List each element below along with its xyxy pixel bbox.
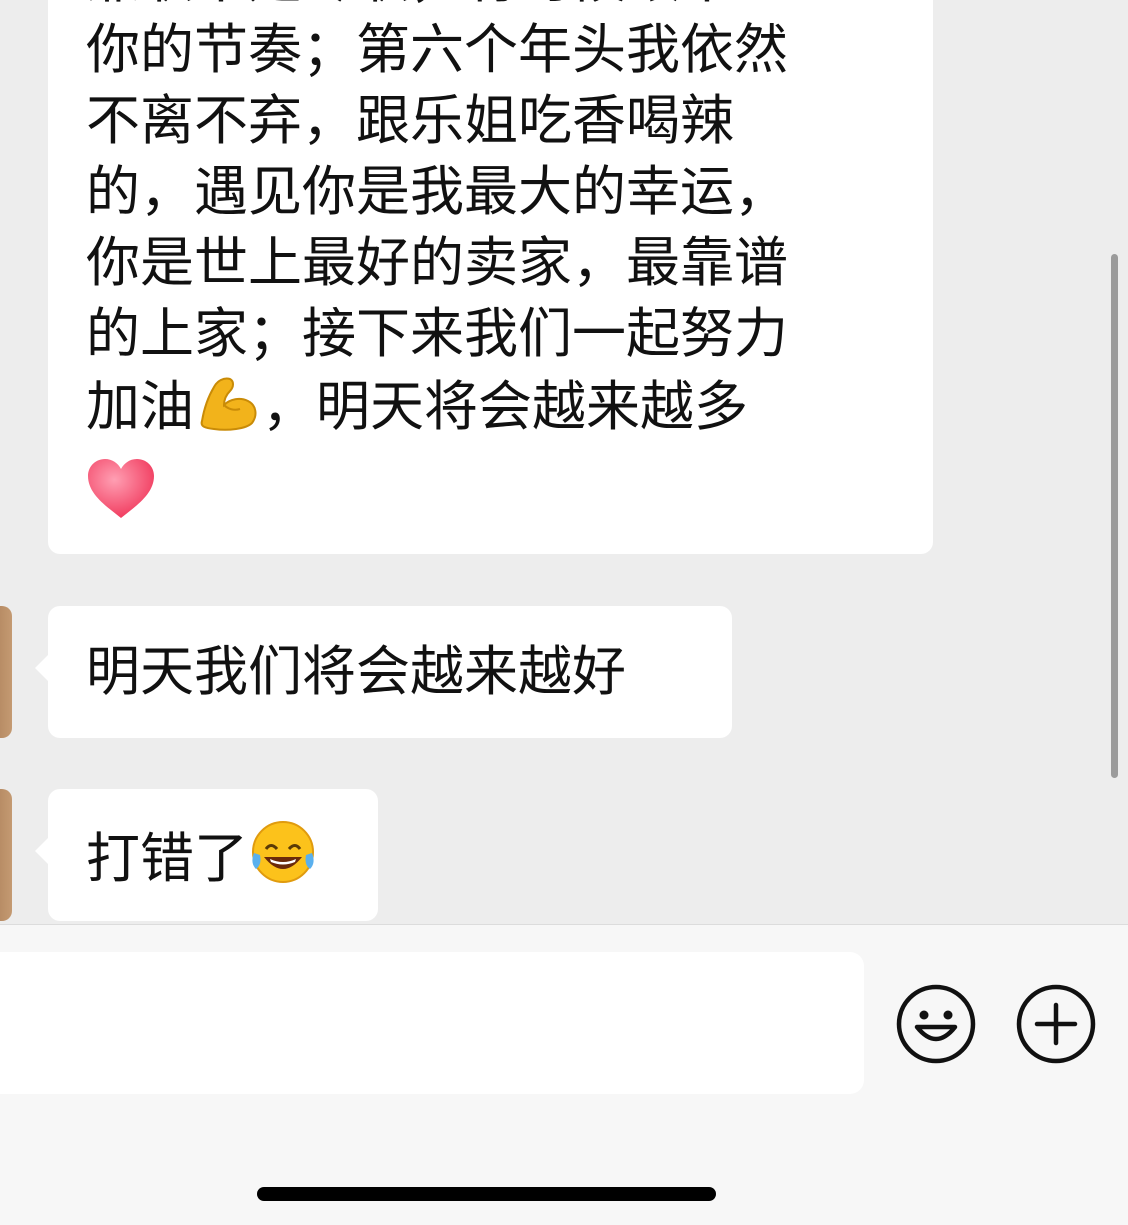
message-bubble-3[interactable]: 打错了 <box>35 789 378 921</box>
smiley-icon[interactable] <box>895 983 977 1065</box>
chat-area[interactable]: 兼职不是专职，有时候跟不上 你的节奏；第六个年头我依然 不离不弃，跟乐姐吃香喝辣… <box>0 0 1128 924</box>
message-bubble-1[interactable]: 兼职不是专职，有时候跟不上 你的节奏；第六个年头我依然 不离不弃，跟乐姐吃香喝辣… <box>48 0 933 554</box>
face-with-tears-of-joy-icon <box>248 819 318 902</box>
message-line: 兼职不是专职，有时候跟不上 <box>86 0 886 14</box>
home-indicator[interactable] <box>257 1187 716 1201</box>
message-fragment: ，明天将会越来越多 <box>262 375 748 438</box>
bubble-tail <box>35 654 49 682</box>
input-bar <box>0 924 1128 1225</box>
message-line-with-emoji: 加油 ，明天将会越来越多 <box>86 369 886 450</box>
plus-circle-icon[interactable] <box>1015 983 1097 1065</box>
bubble-tail <box>35 837 49 865</box>
flexed-biceps-icon <box>194 369 262 450</box>
message-text-2: 明天我们将会越来越好 <box>86 640 626 703</box>
message-bubble-2[interactable]: 明天我们将会越来越好 <box>35 606 732 738</box>
avatar[interactable] <box>0 606 12 738</box>
message-text-3: 打错了 <box>86 819 318 902</box>
message-line: 的上家；接下来我们一起努力 <box>86 302 788 365</box>
message-line: 你是世上最好的卖家，最靠谱 <box>86 231 788 294</box>
message-input[interactable] <box>0 952 864 1094</box>
message-line: 你的节奏；第六个年头我依然 <box>86 18 788 81</box>
message-line: 不离不弃，跟乐姐吃香喝辣 <box>86 89 734 152</box>
heart-icon <box>86 458 156 537</box>
scrollbar[interactable] <box>1111 254 1118 778</box>
message-text-1: 兼职不是专职，有时候跟不上 你的节奏；第六个年头我依然 不离不弃，跟乐姐吃香喝辣… <box>86 0 886 450</box>
message-fragment: 加油 <box>86 375 194 438</box>
avatar[interactable] <box>0 789 12 921</box>
message-fragment: 打错了 <box>86 827 248 890</box>
message-line: 的，遇见你是我最大的幸运， <box>86 160 788 223</box>
